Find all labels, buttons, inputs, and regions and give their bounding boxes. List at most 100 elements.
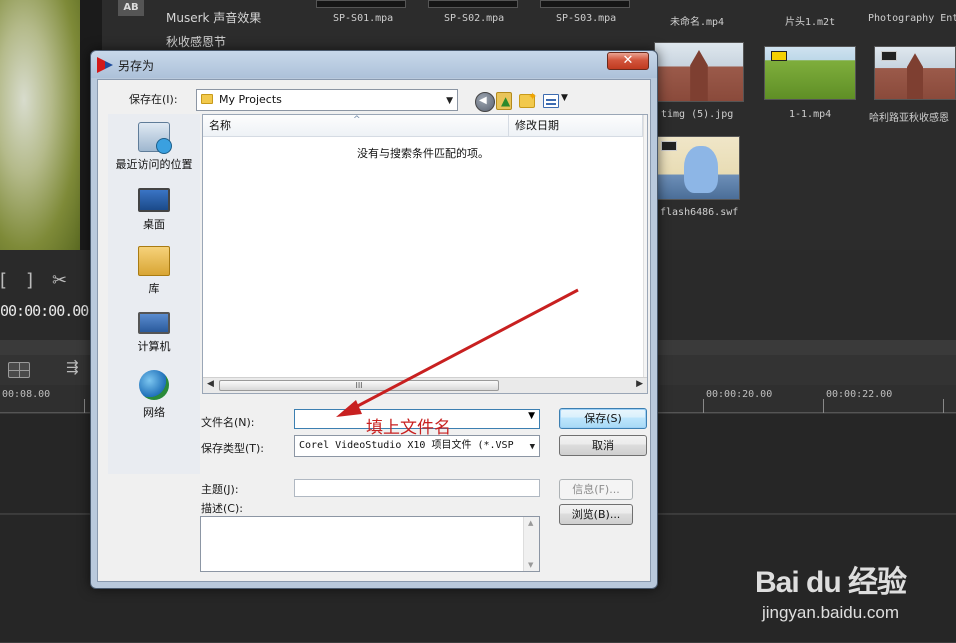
place-label: 网络 — [143, 406, 165, 419]
filename-label: 文件名(N): — [201, 416, 255, 429]
annotation-text: 填上文件名 — [366, 418, 451, 438]
place-computer[interactable]: 计算机 — [108, 308, 200, 354]
ruler-label: 00:08.00 — [2, 389, 51, 400]
thumbnail-spx02[interactable] — [428, 0, 518, 8]
ruler-tick — [943, 399, 944, 413]
ruler-label: 00:00:20.00 — [706, 389, 773, 400]
place-desktop[interactable]: 桌面 — [108, 184, 200, 232]
browse-button[interactable]: 浏览(B)... — [559, 504, 633, 525]
close-button[interactable]: ✕ — [607, 52, 649, 70]
subject-input[interactable] — [294, 479, 540, 497]
column-header-modified[interactable]: 修改日期 — [509, 115, 643, 137]
folder-icon — [201, 94, 213, 104]
thumbnail-caption: Photography Ent — [868, 13, 956, 24]
recent-places-icon — [138, 122, 172, 154]
mark-in-icon[interactable]: [ — [0, 270, 7, 291]
desktop-icon — [138, 188, 170, 212]
column-overflow-edge — [643, 115, 647, 377]
save-in-label: 保存在(I): — [129, 93, 178, 106]
film-tag-icon — [881, 51, 897, 61]
scroll-left-icon[interactable]: ◀ — [207, 379, 214, 389]
watermark-url: jingyan.baidu.com — [761, 603, 899, 622]
thumbnail-caption: timg (5).jpg — [661, 109, 734, 120]
thumbnail-spx01[interactable] — [316, 0, 406, 8]
ruler-tick — [823, 399, 824, 413]
storyboard-view-icon[interactable] — [8, 362, 30, 378]
scroll-thumb[interactable]: III — [219, 380, 499, 391]
videostudio-app-icon — [97, 57, 113, 73]
place-network[interactable]: 网络 — [108, 370, 200, 420]
timecode-display[interactable]: 00:00:00.00 — [0, 302, 89, 320]
library-list-item[interactable]: Muserk 声音效果 — [166, 9, 261, 26]
save-in-value: My Projects — [219, 93, 282, 106]
back-icon[interactable] — [475, 92, 495, 112]
new-folder-icon[interactable] — [519, 90, 537, 108]
place-library[interactable]: 库 — [108, 246, 200, 296]
file-list[interactable]: 名称 ^ 修改日期 没有与搜索条件匹配的项。 ◀ III ▶ — [202, 114, 648, 394]
thumbnail-caption: 未命名.mp4 — [670, 17, 725, 28]
place-label: 库 — [148, 282, 160, 295]
place-label: 计算机 — [137, 340, 171, 353]
empty-list-message: 没有与搜索条件匹配的项。 — [357, 147, 489, 160]
dialog-titlebar[interactable]: 另存为 ✕ — [91, 51, 657, 78]
ruler-label: 00:00:22.00 — [826, 389, 893, 400]
baidu-jingyan-logo: Bai du 经验 — [754, 566, 907, 599]
title-ab-icon[interactable]: AB — [118, 0, 144, 16]
up-folder-icon[interactable] — [496, 92, 512, 110]
mark-out-icon[interactable]: ] — [26, 270, 33, 291]
place-recent[interactable]: 最近访问的位置 — [108, 122, 200, 172]
video-preview — [0, 0, 80, 250]
thumbnail-caption: flash6486.swf — [660, 207, 739, 218]
description-label: 描述(C): — [201, 502, 243, 515]
chevron-down-icon[interactable]: ▼ — [528, 411, 535, 421]
dialog-title: 另存为 — [118, 59, 155, 73]
views-menu-icon[interactable] — [543, 94, 559, 108]
column-header-name[interactable]: 名称 ^ — [203, 115, 509, 137]
thumbnail-green-video[interactable] — [764, 46, 856, 100]
sort-ascending-icon: ^ — [353, 115, 361, 125]
thumbnail-caption: SP-S01.mpa — [333, 13, 394, 24]
library-list-item[interactable]: 秋收感恩节 — [166, 33, 226, 50]
filetype-dropdown[interactable]: Corel VideoStudio X10 项目文件 (*.VSP ▼ — [294, 435, 540, 457]
thumbnail-caption: SP-S02.mpa — [444, 13, 505, 24]
filetype-label: 保存类型(T): — [201, 442, 265, 455]
column-label: 修改日期 — [515, 119, 559, 132]
thumbnail-church-photo[interactable] — [654, 42, 744, 102]
thumbnail-spx03[interactable] — [540, 0, 630, 8]
baidu-watermark: Bai du 经验 jingyan.baidu.com — [754, 557, 907, 623]
info-button: 信息(F)... — [559, 479, 633, 500]
thumbnail-church-video[interactable] — [874, 46, 956, 100]
thumbnail-caption: 哈利路亚秋收感恩 — [869, 113, 949, 124]
scissors-icon[interactable]: ✂ — [52, 270, 67, 291]
video-tag-icon — [771, 51, 787, 61]
ruler-tick — [703, 399, 704, 413]
description-textarea[interactable] — [200, 516, 540, 572]
place-label: 最近访问的位置 — [115, 158, 193, 171]
views-chevron-icon[interactable]: ▼ — [561, 93, 568, 103]
thumbnail-cartoon-flash[interactable] — [654, 136, 740, 200]
places-bar: 最近访问的位置 桌面 库 计算机 网络 — [108, 114, 200, 474]
column-label: 名称 — [209, 119, 231, 132]
horizontal-scrollbar[interactable]: ◀ III ▶ — [203, 377, 647, 393]
thumbnail-caption: 片头1.m2t — [785, 17, 836, 28]
save-button[interactable]: 保存(S) — [559, 408, 647, 429]
chevron-down-icon: ▼ — [446, 96, 453, 106]
filetype-value: Corel VideoStudio X10 项目文件 (*.VSP — [299, 440, 514, 451]
cancel-button[interactable]: 取消 — [559, 435, 647, 456]
textarea-scrollbar[interactable] — [523, 517, 539, 571]
thumbnail-caption: SP-S03.mpa — [556, 13, 617, 24]
scroll-right-icon[interactable]: ▶ — [636, 379, 643, 389]
film-tag-icon — [661, 141, 677, 151]
save-as-dialog: 另存为 ✕ 保存在(I): My Projects ▼ ▼ 最近访问的位置 桌面… — [90, 50, 658, 589]
subject-label: 主题(J): — [201, 483, 239, 496]
ruler-tick — [84, 399, 85, 413]
computer-icon — [138, 312, 170, 334]
dialog-body: 保存在(I): My Projects ▼ ▼ 最近访问的位置 桌面 库 计算机… — [97, 79, 651, 582]
network-icon — [139, 370, 169, 400]
track-manager-icon[interactable]: ⇶ — [66, 358, 79, 376]
thumbnail-caption: 1-1.mp4 — [789, 109, 832, 120]
save-in-dropdown[interactable]: My Projects ▼ — [196, 89, 458, 111]
library-icon — [138, 246, 170, 276]
place-label: 桌面 — [143, 218, 165, 231]
chevron-down-icon: ▼ — [529, 442, 535, 452]
